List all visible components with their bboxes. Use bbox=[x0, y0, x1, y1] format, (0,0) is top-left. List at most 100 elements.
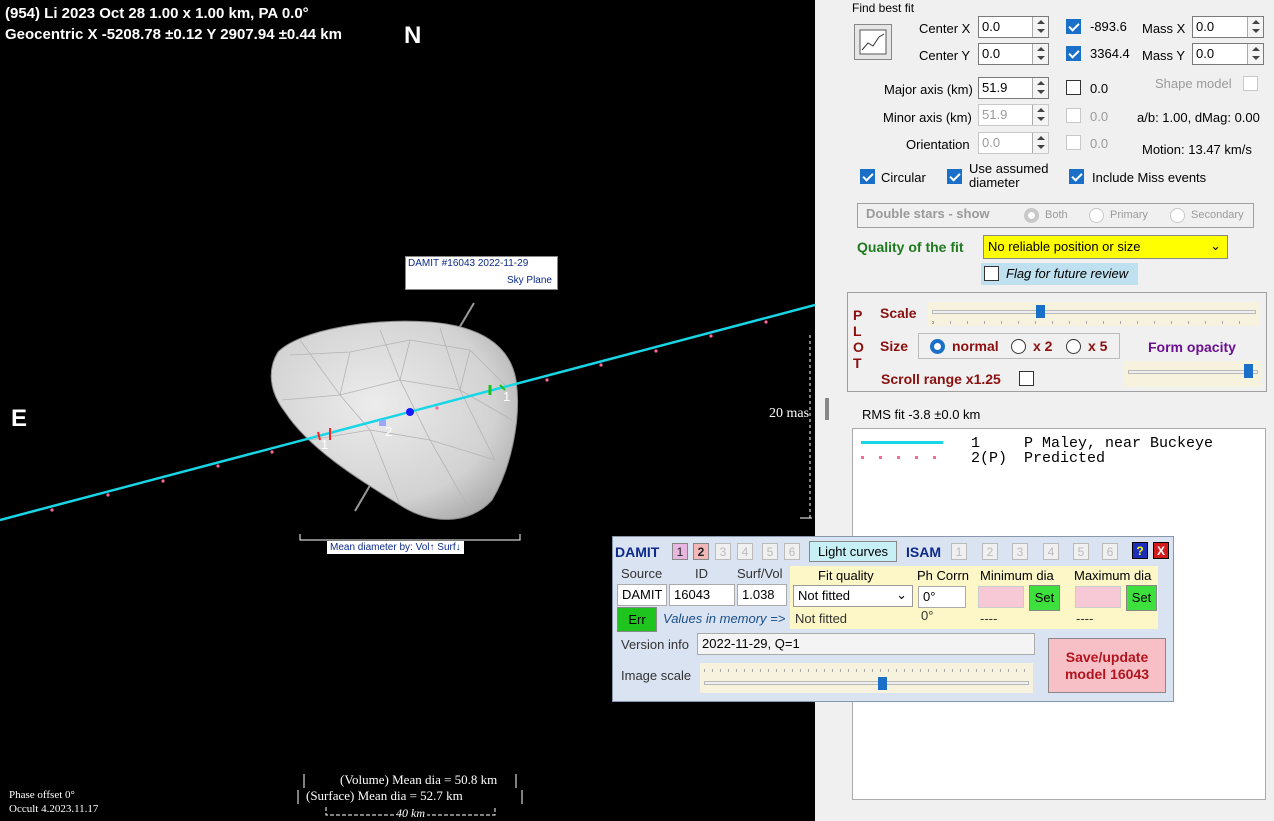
scroll-range-label: Scroll range x1.25 bbox=[881, 371, 1001, 387]
double-stars-label: Double stars - show bbox=[866, 206, 990, 221]
scale-slider[interactable] bbox=[928, 302, 1260, 326]
quality-select[interactable]: No reliable position or size ⌄ bbox=[983, 235, 1228, 259]
double-primary-radio[interactable] bbox=[1089, 208, 1104, 223]
min-dia-memory: ---- bbox=[980, 611, 998, 626]
legend-num-2: 2(P) bbox=[971, 450, 1008, 467]
damit-model-2-button[interactable]: 2 bbox=[693, 543, 709, 560]
damit-label: DAMIT bbox=[615, 544, 660, 560]
phcorr-input[interactable]: 0° bbox=[918, 586, 966, 608]
minor-axis-spinner[interactable]: 51.9 bbox=[978, 104, 1049, 126]
min-dia-set-button[interactable]: Set bbox=[1029, 585, 1060, 611]
double-primary-label: Primary bbox=[1110, 209, 1148, 221]
source-header: Source bbox=[621, 566, 663, 581]
size-x2-radio[interactable] bbox=[1011, 339, 1026, 354]
flag-review-label: Flag for future review bbox=[1006, 266, 1129, 281]
help-button[interactable]: ? bbox=[1132, 542, 1148, 559]
mass-y-spinner[interactable]: 0.0 bbox=[1192, 43, 1264, 65]
splitter-handle[interactable] bbox=[825, 398, 829, 420]
size-x2-label: x 2 bbox=[1033, 338, 1053, 354]
form-opacity-slider-thumb[interactable] bbox=[1244, 364, 1253, 378]
phcorr-memory: 0° bbox=[921, 608, 934, 623]
chart-icon bbox=[859, 29, 887, 55]
light-curves-button[interactable]: Light curves bbox=[809, 541, 897, 562]
image-scale-slider-thumb[interactable] bbox=[878, 677, 887, 690]
double-both-label: Both bbox=[1045, 209, 1068, 221]
flag-review-checkbox[interactable] bbox=[984, 266, 999, 281]
find-best-fit-title: Find best fit bbox=[852, 1, 915, 15]
size-normal-radio[interactable] bbox=[930, 339, 945, 354]
source-value: DAMIT bbox=[617, 584, 667, 606]
err-button[interactable]: Err bbox=[617, 607, 657, 632]
include-miss-label: Include Miss events bbox=[1092, 170, 1207, 185]
legend-line-1 bbox=[861, 441, 943, 444]
fit-quality-header: Fit quality bbox=[818, 568, 874, 583]
find-best-fit-button[interactable] bbox=[854, 24, 892, 60]
max-dia-memory: ---- bbox=[1076, 611, 1094, 626]
surfvol-value: 1.038 bbox=[737, 584, 787, 606]
mass-y-label: Mass Y bbox=[1142, 48, 1186, 63]
mas-scale-label: 20 mas bbox=[769, 406, 810, 421]
damit-model-3-button[interactable]: 3 bbox=[715, 543, 731, 560]
km-scale-label: 40 km bbox=[394, 806, 427, 821]
major-axis-label: Major axis (km) bbox=[884, 82, 973, 97]
surfvol-header: Surf/Vol bbox=[737, 566, 783, 581]
scroll-range-checkbox[interactable] bbox=[1019, 371, 1034, 386]
damit-model-1-button[interactable]: 1 bbox=[672, 543, 688, 560]
values-in-memory-label: Values in memory => bbox=[663, 611, 786, 626]
damit-model-5-button[interactable]: 5 bbox=[762, 543, 778, 560]
isam-model-3-button[interactable]: 3 bbox=[1012, 543, 1028, 560]
volume-mean-dia: (Volume) Mean dia = 50.8 km bbox=[340, 772, 498, 787]
max-dia-header: Maximum dia bbox=[1074, 568, 1152, 583]
major-axis-result: 0.0 bbox=[1090, 81, 1109, 96]
chord1-label-b: 1 bbox=[503, 389, 511, 404]
occult-version: Occult 4.2023.11.17 bbox=[9, 803, 99, 815]
center-y-checkbox[interactable] bbox=[1066, 46, 1081, 61]
isam-model-2-button[interactable]: 2 bbox=[982, 543, 998, 560]
chord1-label-a: 1 bbox=[321, 437, 329, 452]
surface-mean-dia: (Surface) Mean dia = 52.7 km bbox=[306, 788, 463, 803]
max-dia-set-button[interactable]: Set bbox=[1126, 585, 1157, 611]
orientation-checkbox[interactable] bbox=[1066, 135, 1081, 150]
circular-checkbox[interactable] bbox=[860, 169, 875, 184]
minor-axis-checkbox[interactable] bbox=[1066, 108, 1081, 123]
isam-model-1-button[interactable]: 1 bbox=[951, 543, 967, 560]
shape-model-checkbox[interactable] bbox=[1243, 76, 1258, 91]
damit-model-4-button[interactable]: 4 bbox=[737, 543, 753, 560]
center-x-spinner[interactable]: 0.0 bbox=[978, 16, 1049, 38]
center-y-result: 3364.4 bbox=[1090, 46, 1130, 61]
size-normal-label: normal bbox=[952, 338, 999, 354]
scale-slider-thumb[interactable] bbox=[1036, 305, 1045, 318]
include-miss-checkbox[interactable] bbox=[1069, 169, 1084, 184]
major-axis-spinner[interactable]: 51.9 bbox=[978, 77, 1049, 99]
mass-x-spinner[interactable]: 0.0 bbox=[1192, 16, 1264, 38]
max-dia-input[interactable] bbox=[1075, 586, 1121, 608]
min-dia-input[interactable] bbox=[978, 586, 1024, 608]
version-info-label: Version info bbox=[621, 637, 689, 652]
id-header: ID bbox=[695, 566, 708, 581]
image-scale-label: Image scale bbox=[621, 668, 692, 683]
center-y-spinner[interactable]: 0.0 bbox=[978, 43, 1049, 65]
center-x-checkbox[interactable] bbox=[1066, 19, 1081, 34]
double-secondary-radio[interactable] bbox=[1170, 208, 1185, 223]
save-update-model-button[interactable]: Save/update model 16043 bbox=[1048, 638, 1166, 693]
fit-center-marker bbox=[406, 408, 414, 416]
double-both-radio[interactable] bbox=[1024, 208, 1039, 223]
center-x-label: Center X bbox=[919, 21, 971, 36]
major-axis-checkbox[interactable] bbox=[1066, 80, 1081, 95]
isam-model-5-button[interactable]: 5 bbox=[1073, 543, 1089, 560]
image-scale-slider[interactable] bbox=[700, 663, 1033, 693]
isam-model-6-button[interactable]: 6 bbox=[1102, 543, 1118, 560]
quality-select-value: No reliable position or size bbox=[988, 239, 1141, 254]
size-label: Size bbox=[880, 338, 909, 354]
form-opacity-slider[interactable] bbox=[1124, 361, 1262, 387]
orientation-spinner[interactable]: 0.0 bbox=[978, 132, 1049, 154]
close-damit-button[interactable]: X bbox=[1153, 542, 1169, 559]
min-dia-header: Minimum dia bbox=[980, 568, 1054, 583]
use-assumed-diameter-checkbox[interactable] bbox=[947, 169, 962, 184]
isam-model-4-button[interactable]: 4 bbox=[1043, 543, 1059, 560]
fit-quality-select[interactable]: Not fitted ⌄ bbox=[793, 585, 913, 607]
use-assumed-diameter-label: Use assumed diameter bbox=[969, 161, 1049, 190]
orientation-label: Orientation bbox=[906, 137, 970, 152]
size-x5-radio[interactable] bbox=[1066, 339, 1081, 354]
damit-model-6-button[interactable]: 6 bbox=[784, 543, 800, 560]
